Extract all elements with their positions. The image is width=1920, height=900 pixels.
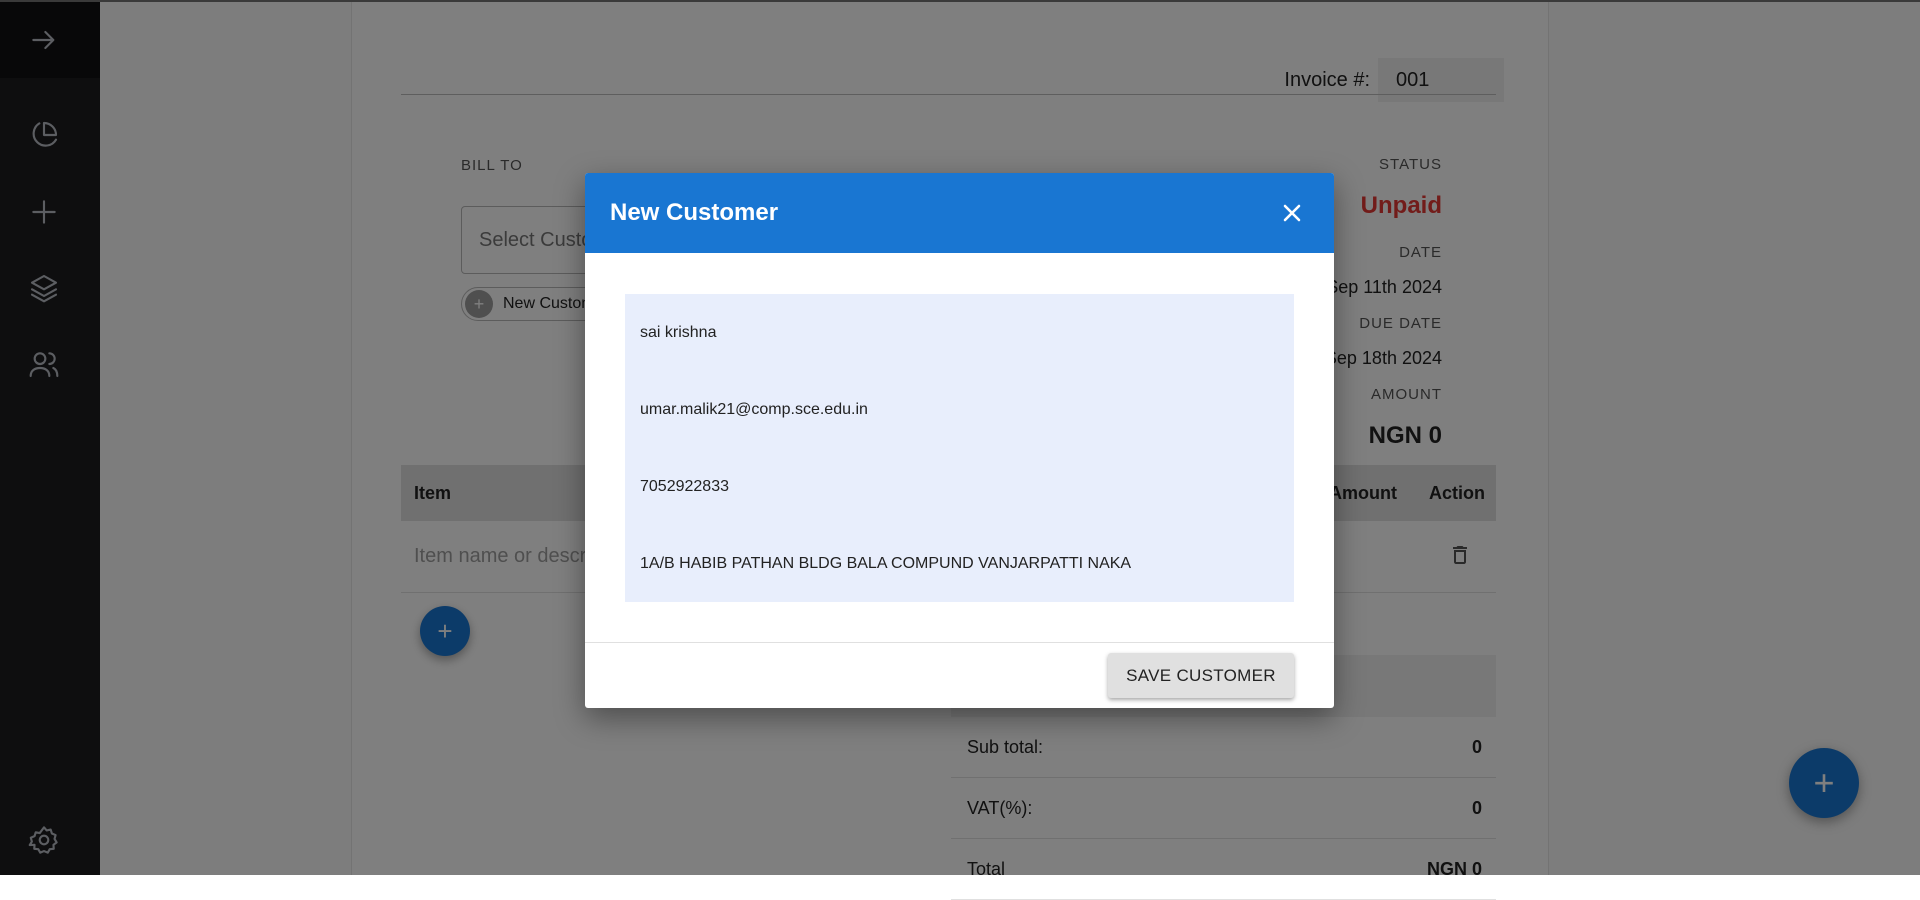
customer-name-field[interactable]: sai krishna xyxy=(625,294,1294,371)
new-customer-dialog: New Customer sai krishna umar.malik21@co… xyxy=(585,173,1334,708)
dialog-title: New Customer xyxy=(610,199,779,226)
dialog-footer: SAVE CUSTOMER xyxy=(585,642,1334,708)
customer-email-field[interactable]: umar.malik21@comp.sce.edu.in xyxy=(625,371,1294,448)
save-customer-button[interactable]: SAVE CUSTOMER xyxy=(1108,653,1294,698)
dialog-body: sai krishna umar.malik21@comp.sce.edu.in… xyxy=(625,294,1294,602)
dialog-header: New Customer xyxy=(585,173,1334,253)
close-icon[interactable] xyxy=(1280,201,1304,225)
customer-phone-field[interactable]: 7052922833 xyxy=(625,448,1294,525)
customer-address-field[interactable]: 1A/B HABIB PATHAN BLDG BALA COMPUND VANJ… xyxy=(625,525,1294,602)
top-border xyxy=(0,0,1920,2)
